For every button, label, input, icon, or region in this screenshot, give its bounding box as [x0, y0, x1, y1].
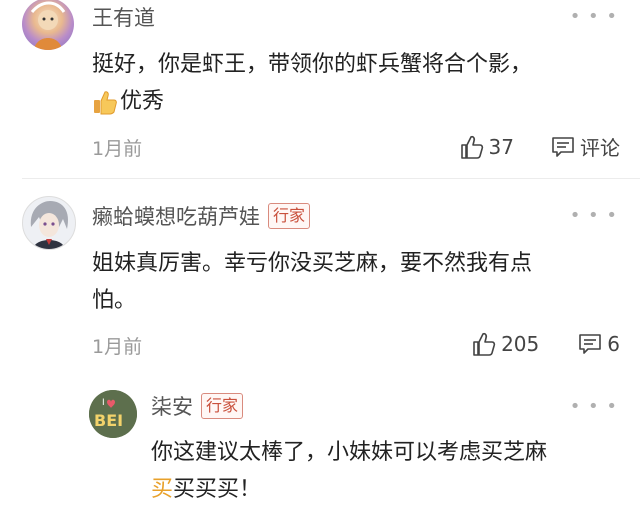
avatar[interactable]	[22, 196, 76, 250]
reply-count: 6	[607, 332, 620, 356]
like-count: 205	[501, 332, 540, 356]
thumbs-up-icon	[473, 332, 496, 356]
divider	[22, 178, 640, 179]
like-button[interactable]: 205	[471, 331, 539, 357]
comment-actions: 205 6	[471, 331, 620, 357]
comment-label: 评论	[580, 136, 620, 160]
reply-text: 你这建议太棒了，小妹妹可以考虑买芝麻 买买买买！	[151, 440, 548, 502]
comment-time: 1月前	[92, 138, 143, 160]
more-dots-icon[interactable]: • • •	[570, 396, 618, 417]
comment-actions: 37 评论	[459, 132, 620, 161]
expert-badge: 行家	[201, 393, 244, 419]
expert-badge: 行家	[268, 203, 311, 229]
comment-author[interactable]: 癞蛤蟆想吃葫芦娃 行家	[92, 201, 311, 231]
comment-item: 王有道 • • • 挺好，你是虾王，带领你的虾兵蟹将合个影， 优秀 1月前 37	[0, 0, 640, 180]
more-dots-icon[interactable]: • • •	[570, 6, 618, 27]
thumbs-up-emoji-icon	[92, 89, 118, 115]
avatar[interactable]: I BEI	[89, 390, 137, 438]
comment-author[interactable]: 王有道	[92, 2, 155, 32]
highlighted-word: 买	[151, 477, 174, 502]
reply-item: I BEI 柒安 行家 • • • 你这建议太棒了，小妹妹可以考虑买芝麻 买买买…	[0, 388, 640, 518]
like-count: 37	[488, 134, 514, 159]
comment-text: 姐妹真厉害。幸亏你没买芝麻，要不然我有点 怕。	[92, 251, 533, 313]
svg-text:I: I	[102, 398, 105, 408]
comment-time: 1月前	[92, 336, 143, 358]
comment-icon	[552, 136, 574, 157]
comment-text: 挺好，你是虾王，带领你的虾兵蟹将合个影， 优秀	[92, 52, 533, 115]
svg-text:BEI: BEI	[94, 411, 123, 430]
comment-item: 癞蛤蟆想吃葫芦娃 行家 • • • 姐妹真厉害。幸亏你没买芝麻，要不然我有点 怕…	[0, 195, 640, 375]
thumbs-up-icon	[460, 135, 483, 159]
like-button[interactable]: 37	[459, 134, 514, 160]
reply-author[interactable]: 柒安 行家	[151, 391, 244, 421]
replies-button[interactable]: 6	[577, 331, 620, 357]
more-dots-icon[interactable]: • • •	[570, 205, 618, 226]
comment-icon	[579, 334, 602, 354]
comment-button[interactable]: 评论	[550, 132, 620, 161]
avatar[interactable]	[22, 0, 74, 50]
